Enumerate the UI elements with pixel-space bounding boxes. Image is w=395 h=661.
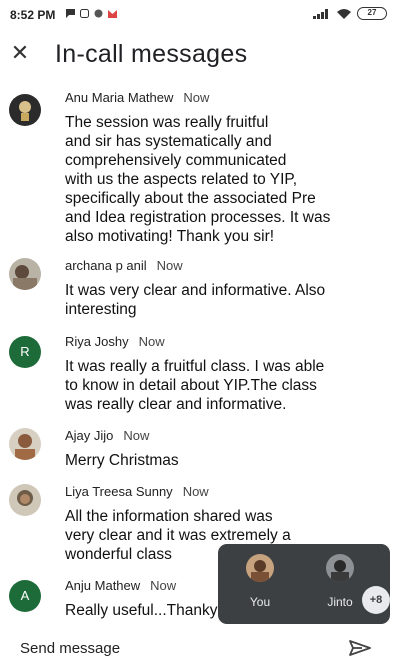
settings-notification-icon — [94, 9, 103, 18]
send-icon[interactable] — [348, 639, 372, 657]
participant-tiles: You Jinto +8 — [218, 544, 390, 624]
page-title: In-call messages — [55, 40, 248, 68]
chat-bubble-icon — [66, 9, 75, 18]
close-icon[interactable]: ✕ — [8, 40, 32, 66]
participant-tile-you[interactable]: You — [228, 554, 288, 616]
battery-icon: 27 — [357, 7, 387, 20]
message-meta: Anu Maria Mathew Now — [65, 90, 209, 105]
message-time: Now — [123, 428, 150, 443]
avatar: A — [9, 580, 41, 612]
message-composer — [0, 633, 395, 661]
message-time: Now — [150, 578, 177, 593]
more-participants-badge[interactable]: +8 — [362, 586, 390, 614]
message-meta: archana p anil Now — [65, 258, 183, 273]
message-text: It was really a fruitful class. I was ab… — [65, 358, 325, 413]
message-time: Now — [182, 484, 209, 499]
avatar — [9, 94, 41, 126]
avatar: R — [9, 336, 41, 368]
message-text: It was very clear and informative. Also … — [65, 282, 326, 318]
status-right: 27 — [313, 7, 387, 20]
message-meta: Riya Joshy Now — [65, 334, 165, 349]
sender-name: Riya Joshy — [65, 334, 129, 349]
gmail-icon — [108, 9, 117, 18]
app-notification-icon — [80, 9, 89, 18]
send-message-input[interactable] — [20, 637, 320, 659]
header: ✕ In-call messages — [0, 30, 395, 80]
message-time: Now — [156, 258, 183, 273]
participant-name: You — [249, 595, 271, 609]
sender-name: archana p anil — [65, 258, 147, 273]
message-meta: Liya Treesa Sunny Now — [65, 484, 209, 499]
message-text: Merry Christmas — [65, 452, 179, 469]
message-time: Now — [138, 334, 165, 349]
sender-name: Anu Maria Mathew — [65, 90, 174, 105]
sender-name: Liya Treesa Sunny — [65, 484, 173, 499]
message-meta: Ajay Jijo Now — [65, 428, 149, 443]
status-time: 8:52 PM — [10, 8, 56, 22]
message-text: The session was really fruitful and sir … — [65, 114, 331, 245]
signal-icon — [313, 8, 331, 19]
avatar — [9, 484, 41, 516]
avatar — [9, 428, 41, 460]
notification-icons — [66, 9, 117, 18]
sender-name: Ajay Jijo — [65, 428, 114, 443]
avatar — [246, 554, 274, 582]
message-time: Now — [183, 90, 210, 105]
sender-name: Anju Mathew — [65, 578, 141, 593]
wifi-icon — [337, 8, 351, 19]
participant-tile-jinto[interactable]: Jinto — [308, 554, 368, 616]
status-bar: 8:52 PM 27 — [0, 0, 395, 28]
avatar — [9, 258, 41, 290]
message-meta: Anju Mathew Now — [65, 578, 176, 593]
avatar — [326, 554, 354, 582]
